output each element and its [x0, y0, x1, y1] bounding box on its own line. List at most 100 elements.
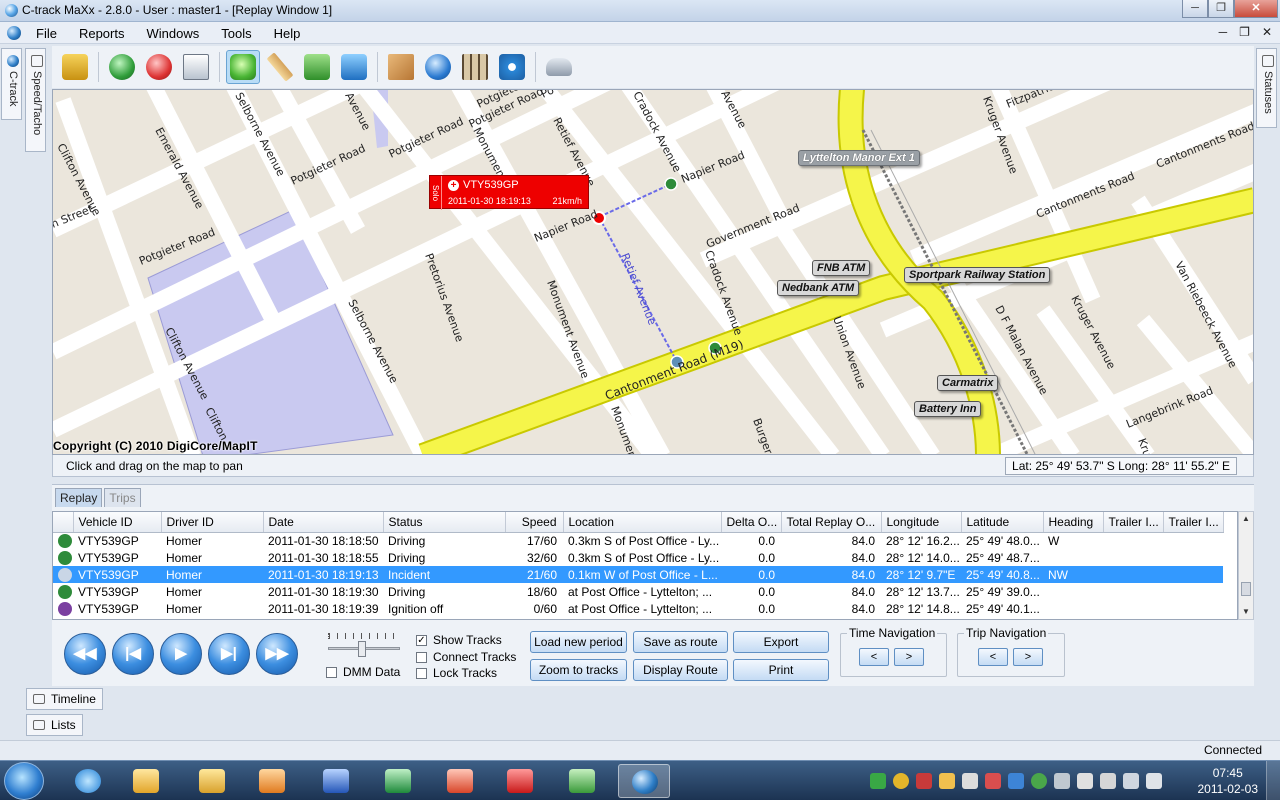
skip-back-button[interactable]: |◀	[112, 633, 154, 675]
minimize-button[interactable]: ─	[1182, 0, 1208, 18]
taskbar-clock[interactable]: 07:45 2011-02-03	[1198, 765, 1259, 797]
power-icon[interactable]	[1100, 773, 1116, 789]
grid-button[interactable]	[458, 50, 492, 84]
column-header[interactable]: Date	[263, 512, 384, 533]
maximize-button[interactable]: ❐	[1208, 0, 1234, 18]
taskbar-word[interactable]	[310, 764, 362, 798]
play-button[interactable]: ▶	[160, 633, 202, 675]
tray-icon[interactable]	[985, 773, 1001, 789]
scroll-thumb[interactable]	[1241, 582, 1251, 596]
table-row[interactable]: VTY539GP Homer 2011-01-30 18:18:50 Driving 1…	[53, 532, 1223, 549]
timeline-tab[interactable]: Timeline	[26, 688, 103, 710]
poi-lyttelton-manor[interactable]: Lyttelton Manor Ext 1	[798, 150, 920, 166]
column-header[interactable]: Longitude	[881, 512, 962, 533]
column-header[interactable]: Total Replay O...	[781, 512, 882, 533]
scroll-down-icon[interactable]: ▼	[1239, 605, 1253, 619]
display-route-button[interactable]: Display Route	[633, 659, 728, 681]
grid-scrollbar[interactable]: ▲ ▼	[1238, 511, 1254, 620]
show-tracks-checkbox[interactable]: ✓ Show Tracks	[416, 633, 502, 647]
mdi-close-button[interactable]: ✕	[1262, 25, 1272, 39]
dmm-data-checkbox[interactable]: DMM Data	[326, 665, 400, 679]
tab-trips[interactable]: Trips	[104, 488, 141, 507]
download-button[interactable]	[337, 50, 371, 84]
taskbar-outlook[interactable]	[120, 764, 172, 798]
tray-icon[interactable]	[962, 773, 978, 789]
print-button[interactable]: Print	[733, 659, 829, 681]
table-row[interactable]: VTY539GP Homer 2011-01-30 18:18:55 Driving 3…	[53, 549, 1223, 566]
side-tab-ctrack[interactable]: C-track	[1, 48, 22, 120]
vehicle-callout[interactable]: Solo VTY539GP 2011-01-30 18:19:13 21km/h	[429, 175, 589, 210]
replay-speed-slider[interactable]	[328, 633, 400, 657]
mdi-minimize-button[interactable]: ─	[1219, 25, 1228, 39]
table-row[interactable]: VTY539GP Homer 2011-01-30 18:19:30 Driving 1…	[53, 583, 1223, 600]
column-header[interactable]: Speed	[505, 512, 564, 533]
tray-icon[interactable]	[939, 773, 955, 789]
bluetooth-icon[interactable]	[1008, 773, 1024, 789]
network-icon[interactable]	[1123, 773, 1139, 789]
time-next-button[interactable]: >	[894, 648, 924, 666]
tray-icon[interactable]	[870, 773, 886, 789]
tab-replay[interactable]: Replay	[55, 488, 103, 507]
settings-button[interactable]	[495, 50, 529, 84]
zoom-to-tracks-button[interactable]: Zoom to tracks	[530, 659, 627, 681]
column-header[interactable]: Vehicle ID	[73, 512, 162, 533]
info-button[interactable]	[421, 50, 455, 84]
taskbar-explorer[interactable]	[186, 764, 238, 798]
side-tab-statuses[interactable]: Statuses	[1256, 48, 1277, 128]
skip-forward-button[interactable]: ▶|	[208, 633, 250, 675]
column-header[interactable]: Heading	[1043, 512, 1104, 533]
vehicle-locate-button[interactable]	[58, 50, 92, 84]
column-header[interactable]: Delta O...	[721, 512, 782, 533]
taskbar-excel[interactable]	[372, 764, 424, 798]
zoom-in-button[interactable]	[105, 50, 139, 84]
poi-nedbank-atm[interactable]: Nedbank ATM	[777, 280, 860, 296]
menu-file[interactable]: File	[36, 26, 57, 41]
connect-tracks-checkbox[interactable]: Connect Tracks	[416, 650, 516, 664]
save-as-route-button[interactable]: Save as route	[633, 631, 728, 653]
export-button[interactable]: Export	[733, 631, 829, 653]
time-prev-button[interactable]: <	[859, 648, 889, 666]
taskbar-app[interactable]	[434, 764, 486, 798]
column-header[interactable]: Trailer I...	[1163, 512, 1224, 533]
taskbar-winamp[interactable]	[494, 764, 546, 798]
column-header[interactable]: Trailer I...	[1103, 512, 1164, 533]
column-header[interactable]: Driver ID	[161, 512, 264, 533]
start-button[interactable]	[4, 762, 44, 800]
show-desktop-button[interactable]	[1266, 761, 1280, 800]
taskbar-ie[interactable]	[62, 764, 114, 798]
poi-carmatrix[interactable]: Carmatrix	[937, 375, 999, 391]
menu-help[interactable]: Help	[274, 26, 301, 41]
monitor-icon[interactable]	[1054, 773, 1070, 789]
window-select-button[interactable]	[179, 50, 213, 84]
menu-tools[interactable]: Tools	[221, 26, 251, 41]
lock-tracks-checkbox[interactable]: Lock Tracks	[416, 666, 497, 680]
measure-button[interactable]	[263, 50, 297, 84]
mdi-restore-button[interactable]: ❐	[1239, 25, 1250, 39]
globe-icon[interactable]	[7, 26, 21, 40]
taskbar-ctrack[interactable]	[618, 764, 670, 798]
pan-button[interactable]	[226, 50, 260, 84]
rewind-button[interactable]: ◀◀	[64, 633, 106, 675]
vehicle-button[interactable]	[542, 50, 576, 84]
fast-forward-button[interactable]: ▶▶	[256, 633, 298, 675]
column-header[interactable]: Status	[383, 512, 506, 533]
table-row[interactable]: VTY539GP Homer 2011-01-30 18:19:39 Ignition…	[53, 600, 1223, 617]
side-tab-speed-tacho[interactable]: Speed/Tacho	[25, 48, 46, 152]
trip-next-button[interactable]: >	[1013, 648, 1043, 666]
taskbar-media[interactable]	[246, 764, 298, 798]
taskbar-messenger[interactable]	[556, 764, 608, 798]
tray-icon[interactable]	[916, 773, 932, 789]
zoom-out-button[interactable]	[142, 50, 176, 84]
close-button[interactable]: ✕	[1234, 0, 1278, 18]
poi-sportpark-station[interactable]: Sportpark Railway Station	[904, 267, 1051, 283]
menu-windows[interactable]: Windows	[146, 26, 199, 41]
lists-tab[interactable]: Lists	[26, 714, 83, 736]
load-new-period-button[interactable]: Load new period	[530, 631, 627, 653]
flag-icon[interactable]	[1077, 773, 1093, 789]
trip-prev-button[interactable]: <	[978, 648, 1008, 666]
volume-icon[interactable]	[1146, 773, 1162, 789]
tray-icon[interactable]	[1031, 773, 1047, 789]
poi-fnb-atm[interactable]: FNB ATM	[812, 260, 871, 276]
tray-icon[interactable]	[893, 773, 909, 789]
column-header[interactable]: Location	[563, 512, 722, 533]
